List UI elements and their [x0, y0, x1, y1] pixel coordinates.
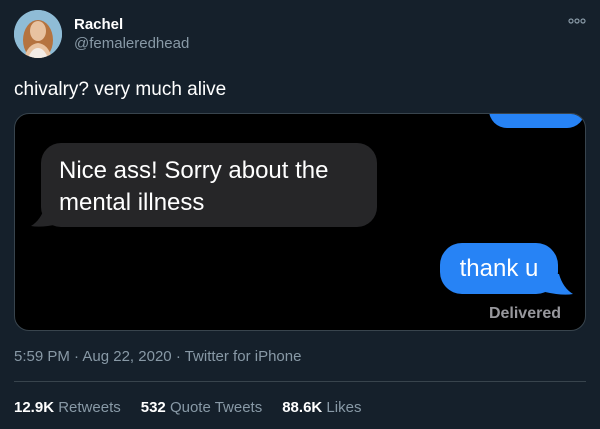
bubble-tail-icon — [545, 274, 573, 295]
message-bubble-partial — [489, 114, 585, 128]
likes-label: Likes — [326, 399, 362, 416]
tweet-date[interactable]: Aug 22, 2020 — [82, 348, 171, 365]
tweet-time[interactable]: 5:59 PM — [14, 348, 70, 365]
divider — [14, 381, 586, 382]
likes-stat[interactable]: 88.6K Likes — [282, 399, 361, 416]
separator: · — [175, 348, 181, 365]
tweet-timestamp: 5:59 PM · Aug 22, 2020 · Twitter for iPh… — [14, 348, 301, 365]
retweets-stat[interactable]: 12.9K Retweets — [14, 399, 121, 416]
quote-tweets-stat[interactable]: 532 Quote Tweets — [141, 399, 262, 416]
avatar[interactable] — [14, 10, 62, 58]
profile-photo-icon — [14, 10, 62, 58]
tweet-header: Rachel @femaleredhead — [14, 10, 586, 60]
author-name[interactable]: Rachel — [74, 16, 123, 33]
author-handle[interactable]: @femaleredhead — [74, 35, 189, 52]
likes-count: 88.6K — [282, 399, 323, 416]
tweet-stats: 12.9K Retweets 532 Quote Tweets 88.6K Li… — [14, 399, 381, 416]
separator: · — [74, 348, 80, 365]
retweets-count: 12.9K — [14, 399, 55, 416]
delivered-status: Delivered — [488, 305, 561, 322]
tweet-media-image[interactable]: Nice ass! Sorry about the mental illness… — [14, 113, 586, 331]
retweets-label: Retweets — [58, 399, 121, 416]
outgoing-message-bubble: thank u — [440, 243, 558, 294]
quote-tweets-label: Quote Tweets — [169, 399, 263, 416]
incoming-message-bubble: Nice ass! Sorry about the mental illness — [41, 143, 377, 227]
tweet-source[interactable]: Twitter for iPhone — [185, 348, 302, 365]
more-options-icon[interactable] — [568, 16, 586, 26]
quote-tweets-count: 532 — [140, 399, 166, 416]
tweet-text: chivalry? very much alive — [14, 79, 227, 100]
bubble-tail-icon — [31, 206, 59, 227]
